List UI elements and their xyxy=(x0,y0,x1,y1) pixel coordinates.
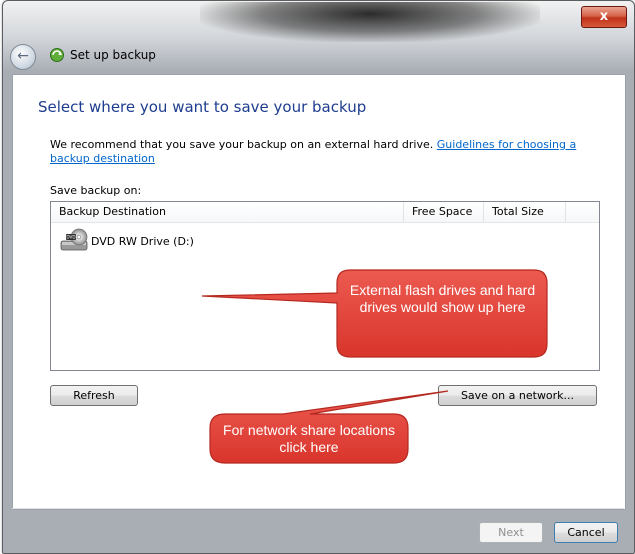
callout-external-text: External flash drives and hard drives wo… xyxy=(349,282,536,315)
callout-network-text: For network share locations click here xyxy=(223,422,395,455)
callout-shapes xyxy=(201,269,548,464)
